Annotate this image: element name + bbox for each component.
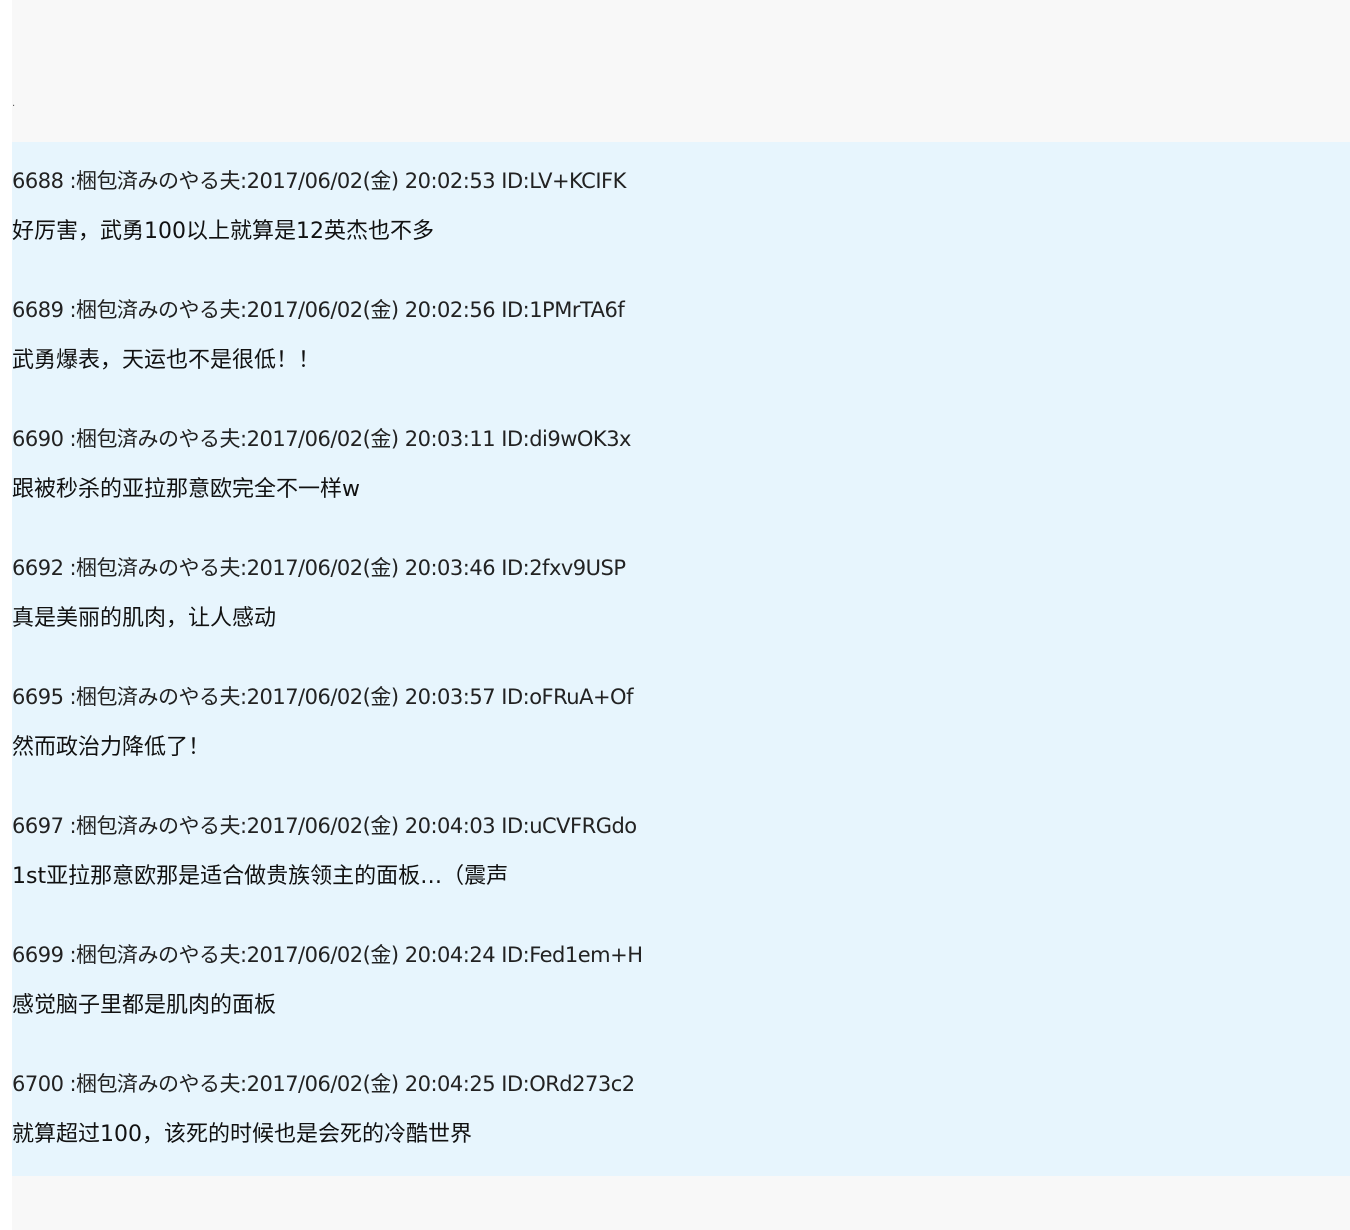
post-header: 6690:梱包済みのやる夫:2017/06/02(金) 20:03:11 ID:… [12, 424, 631, 454]
post-number[interactable]: 6689 [12, 295, 64, 325]
post-time: 20:03:11 [404, 427, 496, 451]
post-separator: : [69, 685, 77, 709]
post-separator: : [69, 814, 77, 838]
post-time: 20:02:53 [404, 169, 496, 193]
post-author-name: 梱包済みのやる夫 [76, 814, 241, 838]
post-time: 20:04:25 [404, 1072, 496, 1096]
post-date: 2017/06/02(金) [246, 1072, 399, 1096]
post-body: 跟被秒杀的亚拉那意欧完全不一样w [12, 477, 360, 502]
post-id[interactable]: ID:oFRuA+Of [501, 682, 633, 712]
post-id[interactable]: ID:ORd273c2 [501, 1069, 635, 1099]
post-number[interactable]: 6695 [12, 682, 64, 712]
post-header: 6695:梱包済みのやる夫:2017/06/02(金) 20:03:57 ID:… [12, 682, 633, 712]
post-id[interactable]: ID:2fxv9USP [501, 553, 626, 583]
post-body: 真是美丽的肌肉，让人感动 [12, 606, 277, 631]
post-date: 2017/06/02(金) [246, 943, 399, 967]
post-author-name: 梱包済みのやる夫 [76, 685, 241, 709]
post-header: 6697:梱包済みのやる夫:2017/06/02(金) 20:04:03 ID:… [12, 811, 637, 841]
post-author-name: 梱包済みのやる夫 [76, 427, 241, 451]
post-date: 2017/06/02(金) [246, 814, 399, 838]
post-name-colon: : [240, 427, 247, 451]
post-header: 6692:梱包済みのやる夫:2017/06/02(金) 20:03:46 ID:… [12, 553, 626, 583]
post-body: 好厉害，武勇100以上就算是12英杰也不多 [12, 219, 434, 244]
post-number[interactable]: 6690 [12, 424, 64, 454]
post-author-name: 梱包済みのやる夫 [76, 298, 241, 322]
post-date: 2017/06/02(金) [246, 298, 399, 322]
post-date: 2017/06/02(金) [246, 427, 399, 451]
post-id[interactable]: ID:LV+KCIFK [501, 166, 626, 196]
post-author-name: 梱包済みのやる夫 [76, 943, 241, 967]
post-header: 6689:梱包済みのやる夫:2017/06/02(金) 20:02:56 ID:… [12, 295, 625, 325]
post-time: 20:04:03 [404, 814, 496, 838]
post-author-name: 梱包済みのやる夫 [76, 556, 241, 580]
post-header: 6688:梱包済みのやる夫:2017/06/02(金) 20:02:53 ID:… [12, 166, 626, 196]
thread-panel: 6688:梱包済みのやる夫:2017/06/02(金) 20:02:53 ID:… [12, 142, 1350, 1176]
post-number[interactable]: 6697 [12, 811, 64, 841]
post-id[interactable]: ID:Fed1em+H [501, 940, 643, 970]
post-header: 6699:梱包済みのやる夫:2017/06/02(金) 20:04:24 ID:… [12, 940, 643, 970]
post-separator: : [69, 298, 77, 322]
post-body: 1st亚拉那意欧那是适合做贵族领主的面板…（震声 [12, 864, 509, 889]
post-date: 2017/06/02(金) [246, 169, 399, 193]
post-number[interactable]: 6688 [12, 166, 64, 196]
post-id[interactable]: ID:di9wOK3x [501, 424, 631, 454]
post-name-colon: : [240, 943, 247, 967]
post-separator: : [69, 427, 77, 451]
post-body: 就算超过100，该死的时候也是会死的冷酷世界 [12, 1122, 472, 1147]
post-name-colon: : [240, 814, 247, 838]
post-time: 20:04:24 [404, 943, 496, 967]
post-name-colon: : [240, 556, 247, 580]
post-body: 武勇爆表，天运也不是很低！！ [12, 348, 321, 373]
post-number[interactable]: 6700 [12, 1069, 64, 1099]
post-body: 然而政治力降低了！ [12, 735, 211, 760]
post-name-colon: : [240, 298, 247, 322]
post-time: 20:03:46 [404, 556, 496, 580]
post-name-colon: : [240, 1072, 247, 1096]
post-date: 2017/06/02(金) [246, 556, 399, 580]
post-time: 20:03:57 [404, 685, 496, 709]
post-id[interactable]: ID:1PMrTA6f [501, 295, 625, 325]
page: . 6688:梱包済みのやる夫:2017/06/02(金) 20:02:53 I… [12, 0, 1350, 1230]
post-time: 20:02:56 [404, 298, 496, 322]
post-number[interactable]: 6699 [12, 940, 64, 970]
post-separator: : [69, 1072, 77, 1096]
post-header: 6700:梱包済みのやる夫:2017/06/02(金) 20:04:25 ID:… [12, 1069, 635, 1099]
post-separator: : [69, 943, 77, 967]
post-separator: : [69, 169, 77, 193]
post-separator: : [69, 556, 77, 580]
post-author-name: 梱包済みのやる夫 [76, 169, 241, 193]
post-name-colon: : [240, 685, 247, 709]
post-date: 2017/06/02(金) [246, 685, 399, 709]
post-name-colon: : [240, 169, 247, 193]
post-id[interactable]: ID:uCVFRGdo [501, 811, 637, 841]
post-body: 感觉脑子里都是肌肉的面板 [12, 993, 277, 1018]
post-author-name: 梱包済みのやる夫 [76, 1072, 241, 1096]
top-marker: . [12, 98, 16, 109]
post-number[interactable]: 6692 [12, 553, 64, 583]
